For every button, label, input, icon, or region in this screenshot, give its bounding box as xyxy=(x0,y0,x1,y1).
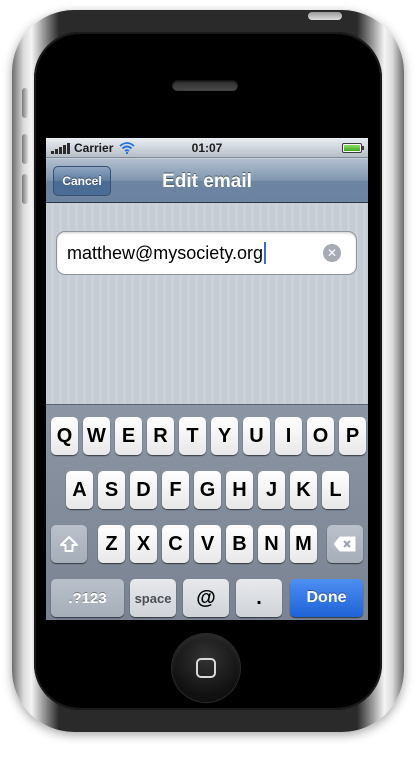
page-title: Edit email xyxy=(162,171,252,192)
key-z[interactable]: Z xyxy=(98,525,125,563)
shift-key[interactable] xyxy=(51,525,87,563)
key-d[interactable]: D xyxy=(130,471,157,509)
battery-level xyxy=(344,145,360,151)
backspace-key[interactable] xyxy=(327,525,363,563)
battery-icon xyxy=(342,143,364,153)
key-v[interactable]: V xyxy=(194,525,221,563)
key-f[interactable]: F xyxy=(162,471,189,509)
key-t[interactable]: T xyxy=(179,417,206,455)
keyboard: Q W E R T Y U I O P A S D F G H J K L Z … xyxy=(46,404,368,620)
backspace-icon xyxy=(333,536,356,552)
navigation-bar: Cancel Edit email xyxy=(46,159,368,203)
screen: Carrier 01:07 Cancel Edit email matthew@… xyxy=(46,138,368,620)
mute-switch[interactable] xyxy=(22,88,28,118)
key-c[interactable]: C xyxy=(162,525,189,563)
key-i[interactable]: I xyxy=(275,417,302,455)
home-button[interactable] xyxy=(172,634,240,702)
keyboard-row-2: A S D F G H J K L xyxy=(46,471,368,509)
shift-icon xyxy=(60,536,78,552)
key-n[interactable]: N xyxy=(258,525,285,563)
earpiece-speaker xyxy=(172,80,238,91)
key-a[interactable]: A xyxy=(66,471,93,509)
keyboard-row-4: .?123 space @ . Done xyxy=(46,579,368,617)
key-k[interactable]: K xyxy=(290,471,317,509)
key-s[interactable]: S xyxy=(98,471,125,509)
volume-down-button[interactable] xyxy=(22,174,28,204)
key-j[interactable]: J xyxy=(258,471,285,509)
key-w[interactable]: W xyxy=(83,417,110,455)
volume-up-button[interactable] xyxy=(22,134,28,164)
key-u[interactable]: U xyxy=(243,417,270,455)
key-h[interactable]: H xyxy=(226,471,253,509)
at-key[interactable]: @ xyxy=(183,579,229,617)
keyboard-row-3: Z X C V B N M xyxy=(46,525,368,563)
key-m[interactable]: M xyxy=(290,525,317,563)
done-key[interactable]: Done xyxy=(290,579,363,617)
content-area: matthew@mysociety.org ✕ xyxy=(46,204,368,404)
key-e[interactable]: E xyxy=(115,417,142,455)
key-r[interactable]: R xyxy=(147,417,174,455)
key-q[interactable]: Q xyxy=(51,417,78,455)
key-y[interactable]: Y xyxy=(211,417,238,455)
keyboard-row-1: Q W E R T Y U I O P xyxy=(46,417,368,455)
space-key[interactable]: space xyxy=(130,579,176,617)
key-b[interactable]: B xyxy=(226,525,253,563)
clear-icon[interactable]: ✕ xyxy=(323,244,341,262)
status-time: 01:07 xyxy=(191,140,223,155)
email-field[interactable]: matthew@mysociety.org ✕ xyxy=(56,231,357,275)
home-square-icon xyxy=(196,658,216,678)
text-caret xyxy=(264,242,266,264)
key-o[interactable]: O xyxy=(307,417,334,455)
key-x[interactable]: X xyxy=(130,525,157,563)
email-field-value: matthew@mysociety.org xyxy=(67,242,263,263)
key-l[interactable]: L xyxy=(322,471,349,509)
status-bar: Carrier 01:07 xyxy=(46,138,368,158)
sleep-button[interactable] xyxy=(308,12,342,20)
key-g[interactable]: G xyxy=(194,471,221,509)
key-p[interactable]: P xyxy=(339,417,366,455)
numbers-key[interactable]: .?123 xyxy=(51,579,124,617)
dot-key[interactable]: . xyxy=(236,579,282,617)
